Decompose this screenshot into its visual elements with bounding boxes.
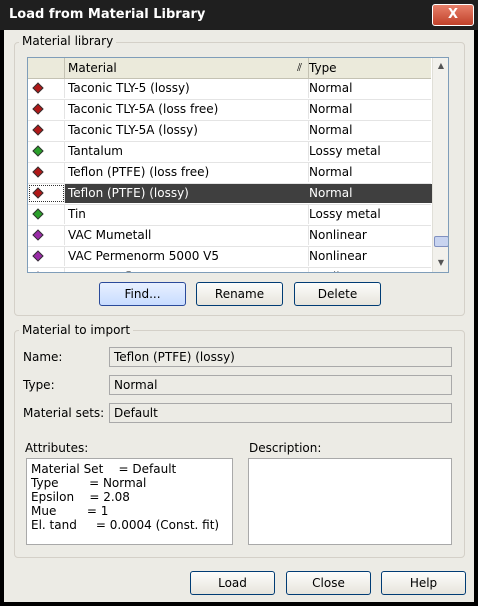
scroll-down-icon[interactable]: ▼: [433, 255, 448, 271]
column-header-material[interactable]: Material ⫽: [65, 58, 309, 78]
list-item[interactable]: Teflon (PTFE) (lossy) Normal: [28, 184, 434, 205]
load-button[interactable]: Load: [190, 571, 275, 595]
attributes-textarea[interactable]: Material Set = Default Type = Normal Eps…: [26, 458, 233, 545]
filter-icon[interactable]: ⫽: [297, 58, 302, 78]
material-diamond-icon: [32, 187, 44, 199]
material-type: Nonlinear: [309, 228, 367, 242]
material-library-label: Material library: [19, 34, 117, 48]
material-diamond-icon: [32, 103, 44, 115]
list-item[interactable]: Tantalum Lossy metal: [28, 142, 431, 163]
material-type: Normal: [309, 102, 353, 116]
list-item[interactable]: Teflon (PTFE) (loss free) Normal: [28, 163, 431, 184]
material-type: Lossy metal: [309, 144, 381, 158]
description-label: Description:: [249, 441, 322, 455]
list-item[interactable]: VAC Mumetall Nonlinear: [28, 226, 431, 247]
material-name: Taconic TLY-5 (lossy): [65, 79, 309, 98]
material-diamond-icon: [32, 250, 44, 262]
name-label: Name:: [23, 350, 63, 364]
find-button[interactable]: Find...: [99, 282, 186, 306]
material-name: Tantalum: [65, 142, 309, 161]
material-type: Normal: [306, 184, 434, 203]
material-type: Nonlinear: [306, 268, 434, 272]
material-cell-icon: [28, 268, 65, 272]
rename-button[interactable]: Rename: [196, 282, 283, 306]
column-header-material-label: Material: [68, 61, 117, 75]
material-cell-icon: [28, 79, 65, 98]
material-diamond-icon: [32, 82, 44, 94]
help-button[interactable]: Help: [381, 571, 466, 595]
material-cell-icon: [28, 247, 65, 266]
list-rows: Taconic TLY-5 (lossy) Normal Taconic TLY-5…: [28, 79, 434, 272]
name-field[interactable]: Teflon (PTFE) (lossy): [109, 347, 452, 367]
list-item[interactable]: Tin Lossy metal: [28, 205, 431, 226]
list-header: Material ⫽ Type: [28, 58, 431, 79]
material-diamond-icon: [32, 145, 44, 157]
material-cell-icon: [28, 163, 65, 182]
material-type: Normal: [309, 165, 353, 179]
material-name: VAC Vacoflux 17: [65, 268, 309, 272]
attribute-line: Type = Normal: [31, 476, 147, 490]
material-diamond-icon: [32, 124, 44, 136]
material-list[interactable]: Material ⫽ Type Taconic TLY-5 (lossy) Nor…: [27, 57, 449, 273]
attributes-label: Attributes:: [25, 441, 89, 455]
list-item[interactable]: Taconic TLY-5A (loss free) Normal: [28, 100, 431, 121]
close-window-button[interactable]: X: [432, 4, 474, 26]
material-type: Lossy metal: [309, 207, 381, 221]
material-name: Teflon (PTFE) (loss free): [65, 163, 309, 182]
delete-button[interactable]: Delete: [294, 282, 381, 306]
material-diamond-icon: [32, 271, 44, 272]
list-item[interactable]: VAC Vacoflux 17Nonlinear: [28, 268, 434, 272]
material-type: Nonlinear: [309, 249, 367, 263]
material-diamond-icon: [32, 229, 44, 241]
attribute-line: Epsilon = 2.08: [31, 490, 130, 504]
window-title: Load from Material Library: [9, 7, 206, 22]
list-scrollbar[interactable]: ▲ ▼: [432, 58, 448, 272]
list-item[interactable]: Taconic TLY-5A (lossy) Normal: [28, 121, 431, 142]
material-diamond-icon: [32, 166, 44, 178]
material-cell-icon: [28, 142, 65, 161]
material-type: Normal: [309, 81, 353, 95]
list-item[interactable]: VAC Permenorm 5000 V5 Nonlinear: [28, 247, 431, 268]
material-cell-icon: [28, 205, 65, 224]
attribute-line: Material Set = Default: [31, 462, 177, 476]
material-cell-icon: [28, 121, 65, 140]
scroll-up-icon[interactable]: ▲: [433, 58, 448, 74]
material-cell-icon: [28, 226, 65, 245]
list-item[interactable]: Taconic TLY-5 (lossy) Normal: [28, 79, 431, 100]
column-header-type-label: Type: [309, 61, 337, 75]
material-diamond-icon: [32, 208, 44, 220]
material-sets-label: Material sets:: [23, 406, 105, 420]
material-cell-icon: [28, 100, 65, 119]
material-type: Normal: [309, 123, 353, 137]
column-header-icon[interactable]: [28, 58, 65, 78]
description-textarea[interactable]: [248, 458, 452, 545]
material-name: Tin: [65, 205, 309, 224]
scroll-thumb[interactable]: [434, 236, 448, 247]
material-name: VAC Permenorm 5000 V5: [65, 247, 309, 266]
material-name: Taconic TLY-5A (loss free): [65, 100, 309, 119]
material-name: VAC Mumetall: [65, 226, 309, 245]
material-sets-field[interactable]: Default: [109, 403, 452, 423]
material-import-label: Material to import: [19, 323, 134, 337]
material-name: Teflon (PTFE) (lossy): [65, 184, 309, 203]
close-button[interactable]: Close: [286, 571, 371, 595]
material-name: Taconic TLY-5A (lossy): [65, 121, 309, 140]
material-cell-icon: [28, 184, 65, 203]
type-field[interactable]: Normal: [109, 375, 452, 395]
type-label: Type:: [23, 378, 55, 392]
title-bar[interactable]: Load from Material Library X: [0, 0, 478, 30]
attribute-line: Mue = 1: [31, 504, 109, 518]
attribute-line: El. tand = 0.0004 (Const. fit): [31, 518, 220, 532]
column-header-type[interactable]: Type: [306, 58, 434, 78]
